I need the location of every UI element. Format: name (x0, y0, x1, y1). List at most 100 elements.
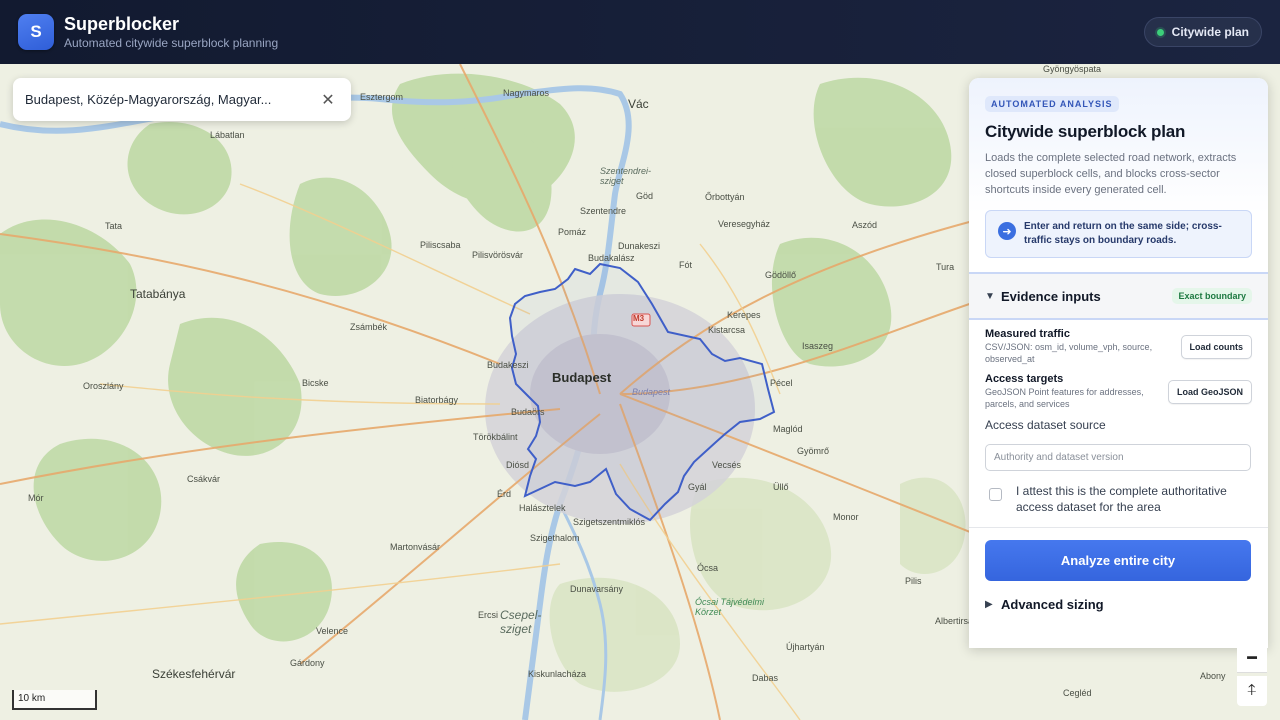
location-search[interactable]: Budapest, Közép-Magyarország, Magyar... … (13, 78, 351, 121)
map-label-ercsi: Ercsi (478, 610, 498, 620)
app-title: Superblocker (64, 14, 180, 34)
evidence-inputs-title: Evidence inputs (1001, 288, 1101, 304)
access-targets-row: Access targets GeoJSON Point features fo… (985, 373, 1252, 410)
citywide-plan-pill[interactable]: Citywide plan (1143, 17, 1262, 47)
minus-icon[interactable]: ━ (1237, 643, 1267, 673)
measured-traffic-title: Measured traffic (985, 328, 1070, 340)
rule-callout: ➜ Enter and return on the same side; cro… (985, 210, 1252, 258)
status-dot-icon (1156, 28, 1164, 36)
map-label-gyal: Gyál (688, 482, 707, 492)
map-label-pilisvorosvar: Pilisvörösvár (472, 250, 524, 260)
map-label-god: Göd (636, 191, 654, 201)
map-label-martonvasar: Martonvásár (390, 542, 441, 552)
measured-traffic-desc: CSV/JSON: osm_id, volume_vph, source, ob… (985, 342, 1153, 364)
map-label-ocsai-tajvedelmi: Ócsai Tájvédelmi Körzet (695, 597, 765, 617)
map-label-ullo: Üllő (773, 482, 789, 492)
map-label-budapest-district: Budapest (632, 387, 671, 397)
map-label-godollo: Gödöllő (765, 270, 797, 280)
callout-text: Enter and return on the same side; cross… (1024, 221, 1222, 246)
measured-traffic-row: Measured traffic CSV/JSON: osm_id, volum… (985, 328, 1252, 365)
m3-road-badge: M3 (633, 314, 645, 323)
map-label-piliscsaba: Piliscsaba (420, 240, 461, 250)
caret-right-icon: ▶ (985, 599, 993, 610)
evidence-inputs-toggle[interactable]: ▼ Evidence inputs Exact boundary (969, 272, 1268, 320)
map-label-dunakeszi: Dunakeszi (618, 241, 661, 251)
map-label-szigetszentmiklos: Szigetszentmiklós (573, 517, 646, 527)
close-icon[interactable]: ✕ (317, 89, 339, 111)
panel-description: Loads the complete selected road network… (985, 152, 1237, 196)
map-label-vecses: Vecsés (712, 460, 742, 470)
map-label-maglod: Maglód (773, 424, 803, 434)
map-label-szekesfehervar: Székesfehérvár (152, 667, 236, 681)
map-label-gardony: Gárdony (290, 658, 325, 668)
map-label-ocsa: Ócsa (697, 563, 719, 573)
map-label-kiskunlachaza: Kiskunlacháza (528, 669, 587, 679)
map-label-diosd: Diósd (506, 460, 530, 470)
map-label-kistarcsa: Kistarcsa (708, 325, 746, 335)
map-label-csepel-sziget: Csepel-sziget (500, 608, 542, 636)
map-label-monor: Monor (833, 512, 859, 522)
map-label-bicske: Bicske (302, 378, 329, 388)
map-label-vac: Vác (628, 97, 649, 111)
caret-down-icon: ▼ (985, 290, 995, 302)
map-label-csakvar: Csákvár (187, 474, 221, 484)
arrow-right-icon: ➜ (998, 222, 1016, 240)
map-label-biatorbagy: Biatorbágy (415, 395, 459, 405)
map-label-budaors: Budaörs (511, 407, 545, 417)
map-label-budakalasz: Budakalász (588, 253, 635, 263)
search-input[interactable]: Budapest, Közép-Magyarország, Magyar... (25, 92, 317, 107)
map-label-cegled: Cegléd (1063, 688, 1092, 698)
map-label-torokbalint: Törökbálint (473, 432, 518, 442)
map-label-szentendre: Szentendre (580, 206, 627, 216)
evidence-inputs: Measured traffic CSV/JSON: osm_id, volum… (969, 320, 1268, 528)
attest-label: I attest this is the complete authoritat… (1016, 484, 1227, 514)
attest-row: I attest this is the complete authoritat… (969, 483, 1268, 528)
map-label-mor: Mór (28, 493, 44, 503)
map-label-pecel: Pécel (770, 378, 793, 388)
map-label-aszod: Aszód (852, 220, 878, 230)
map-label-esztergom: Esztergom (360, 92, 404, 102)
map-label-fot: Fót (679, 260, 693, 270)
map-label-halasztelek: Halásztelek (519, 503, 566, 513)
map-label-tura: Tura (936, 262, 955, 272)
map-label-labatlan: Lábatlan (210, 130, 245, 140)
advanced-sizing-toggle[interactable]: ▶ Advanced sizing (969, 597, 1268, 612)
map-label-pilis: Pilis (905, 576, 922, 586)
panel-title: Citywide superblock plan (985, 122, 1186, 141)
access-source-input[interactable] (985, 444, 1251, 471)
app-header: S Superblocker Automated citywide superb… (0, 0, 1280, 64)
map-label-dabas: Dabas (752, 673, 779, 683)
map-label-ujhartyan: Újhartyán (786, 642, 825, 652)
access-targets-title: Access targets (985, 373, 1064, 385)
map-label-abony: Abony (1200, 671, 1226, 681)
map-label-oroszlany: Oroszlány (83, 381, 124, 391)
map-label-velence: Velence (316, 626, 349, 636)
analyze-entire-city-button[interactable]: Analyze entire city (985, 540, 1251, 581)
panel-hero: AUTOMATED ANALYSIS Citywide superblock p… (969, 78, 1268, 272)
map-label-budakeszi: Budakeszi (487, 360, 529, 370)
exact-boundary-badge: Exact boundary (1172, 288, 1252, 304)
map-label-szentendrei-sziget: Szentendrei-sziget (600, 166, 652, 186)
citywide-plan-label: Citywide plan (1171, 25, 1249, 39)
map-label-orbottyan: Őrbottyán (705, 192, 745, 202)
map-label-albertirsa: Albertirsa (935, 616, 974, 626)
map-label-nagymaros: Nagymaros (503, 88, 550, 98)
automated-analysis-badge: AUTOMATED ANALYSIS (985, 96, 1119, 112)
map-label-kerepes: Kerepes (727, 310, 761, 320)
map-scale: 10 km (12, 690, 97, 710)
app-subtitle: Automated citywide superblock planning (64, 36, 279, 50)
map-label-tatabanya: Tatabánya (130, 287, 186, 301)
load-counts-button[interactable]: Load counts (1180, 334, 1252, 359)
map-label-pomaz: Pomáz (558, 227, 587, 237)
access-targets-desc: GeoJSON Point features for addresses, pa… (985, 387, 1144, 409)
brand: Superblocker Automated citywide superblo… (64, 13, 278, 51)
analysis-panel: AUTOMATED ANALYSIS Citywide superblock p… (969, 78, 1268, 648)
app-logo: S (18, 14, 54, 50)
map-label-budapest: Budapest (552, 370, 612, 385)
advanced-sizing-title: Advanced sizing (1001, 597, 1104, 612)
compass-arrow-icon[interactable]: ⍏ (1237, 676, 1267, 706)
map-label-tata: Tata (105, 221, 123, 231)
attest-checkbox[interactable] (989, 488, 1002, 501)
access-source-label: Access dataset source (985, 418, 1106, 432)
load-geojson-button[interactable]: Load GeoJSON (1167, 379, 1252, 404)
